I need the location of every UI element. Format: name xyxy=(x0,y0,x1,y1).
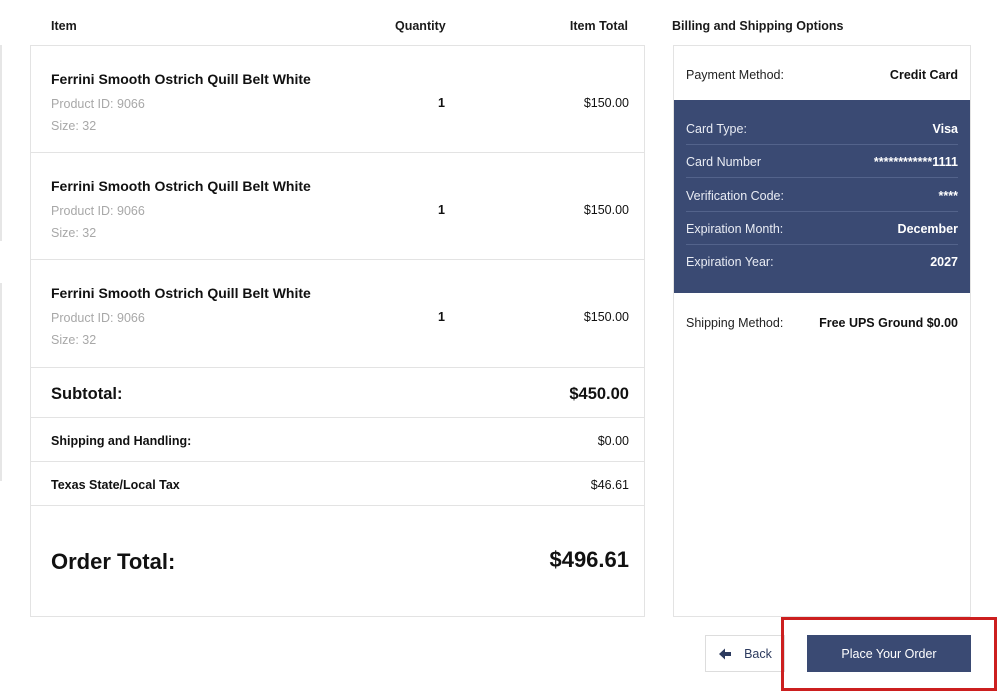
highlight-box xyxy=(781,617,997,691)
column-header-item: Item xyxy=(51,19,77,33)
edge-divider xyxy=(0,45,2,241)
item-price: $150.00 xyxy=(583,203,629,217)
billing-shipping-heading: Billing and Shipping Options xyxy=(672,19,844,33)
item-quantity: 1 xyxy=(438,96,445,110)
item-quantity: 1 xyxy=(438,203,445,217)
item-name[interactable]: Ferrini Smooth Ostrich Quill Belt White xyxy=(51,285,311,301)
order-total-value: $496.61 xyxy=(549,547,629,572)
expiration-year-label: Expiration Year: xyxy=(686,255,774,269)
cart-item-row: Ferrini Smooth Ostrich Quill Belt White … xyxy=(31,46,644,153)
back-button[interactable]: Back xyxy=(705,635,785,672)
order-total-row: Order Total: $496.61 xyxy=(31,506,644,616)
item-product-id: Product ID: 9066 xyxy=(51,204,145,218)
verification-code-row: Verification Code: **** xyxy=(686,179,958,212)
cart-summary-card: Ferrini Smooth Ostrich Quill Belt White … xyxy=(30,45,645,617)
item-size: Size: 32 xyxy=(51,226,97,240)
expiration-month-row: Expiration Month: December xyxy=(686,212,958,245)
shipping-handling-value: $0.00 xyxy=(597,434,629,448)
subtotal-row: Subtotal: $450.00 xyxy=(31,368,644,418)
expiration-year-value: 2027 xyxy=(930,255,958,269)
shipping-method-value: Free UPS Ground $0.00 xyxy=(819,316,958,330)
item-price: $150.00 xyxy=(583,96,629,110)
payment-method-row: Payment Method: Credit Card xyxy=(686,68,958,84)
item-price: $150.00 xyxy=(583,310,629,324)
cart-item-row: Ferrini Smooth Ostrich Quill Belt White … xyxy=(31,153,644,260)
payment-method-label: Payment Method: xyxy=(686,68,784,82)
verification-code-value: **** xyxy=(938,189,958,203)
tax-value: $46.61 xyxy=(590,478,629,492)
card-number-value: ************1111 xyxy=(873,155,958,169)
card-number-label: Card Number xyxy=(686,155,762,169)
column-header-item-total: Item Total xyxy=(569,19,628,33)
cart-item-row: Ferrini Smooth Ostrich Quill Belt White … xyxy=(31,260,644,368)
subtotal-value: $450.00 xyxy=(569,385,629,403)
payment-method-value: Credit Card xyxy=(889,68,958,82)
item-quantity: 1 xyxy=(438,310,445,324)
item-size: Size: 32 xyxy=(51,119,97,133)
card-type-label: Card Type: xyxy=(686,122,747,136)
card-type-row: Card Type: Visa xyxy=(686,112,958,145)
expiration-year-row: Expiration Year: 2027 xyxy=(686,245,958,278)
subtotal-label: Subtotal: xyxy=(51,385,123,403)
checkout-review-page: Item Quantity Item Total Billing and Shi… xyxy=(0,0,1000,699)
back-button-label: Back xyxy=(744,646,772,661)
expiration-month-label: Expiration Month: xyxy=(686,222,784,236)
item-product-id: Product ID: 9066 xyxy=(51,311,145,325)
card-details-box: Card Type: Visa Card Number ************… xyxy=(674,100,970,293)
shipping-method-row: Shipping Method: Free UPS Ground $0.00 xyxy=(686,316,958,332)
item-product-id: Product ID: 9066 xyxy=(51,97,145,111)
shipping-handling-label: Shipping and Handling: xyxy=(51,434,192,448)
item-size: Size: 32 xyxy=(51,333,97,347)
order-total-label: Order Total: xyxy=(51,549,176,574)
arrow-left-icon xyxy=(718,647,732,661)
card-type-value: Visa xyxy=(932,122,959,136)
item-name[interactable]: Ferrini Smooth Ostrich Quill Belt White xyxy=(51,71,311,87)
shipping-handling-row: Shipping and Handling: $0.00 xyxy=(31,418,644,462)
expiration-month-value: December xyxy=(897,222,958,236)
card-number-row: Card Number ************1111 xyxy=(686,145,958,178)
column-header-quantity: Quantity xyxy=(395,19,446,33)
billing-shipping-panel: Payment Method: Credit Card Card Type: V… xyxy=(673,45,971,617)
tax-row: Texas State/Local Tax $46.61 xyxy=(31,462,644,506)
edge-divider xyxy=(0,283,2,481)
item-name[interactable]: Ferrini Smooth Ostrich Quill Belt White xyxy=(51,178,311,194)
verification-code-label: Verification Code: xyxy=(686,189,784,203)
shipping-method-label: Shipping Method: xyxy=(686,316,784,330)
tax-label: Texas State/Local Tax xyxy=(51,478,180,492)
